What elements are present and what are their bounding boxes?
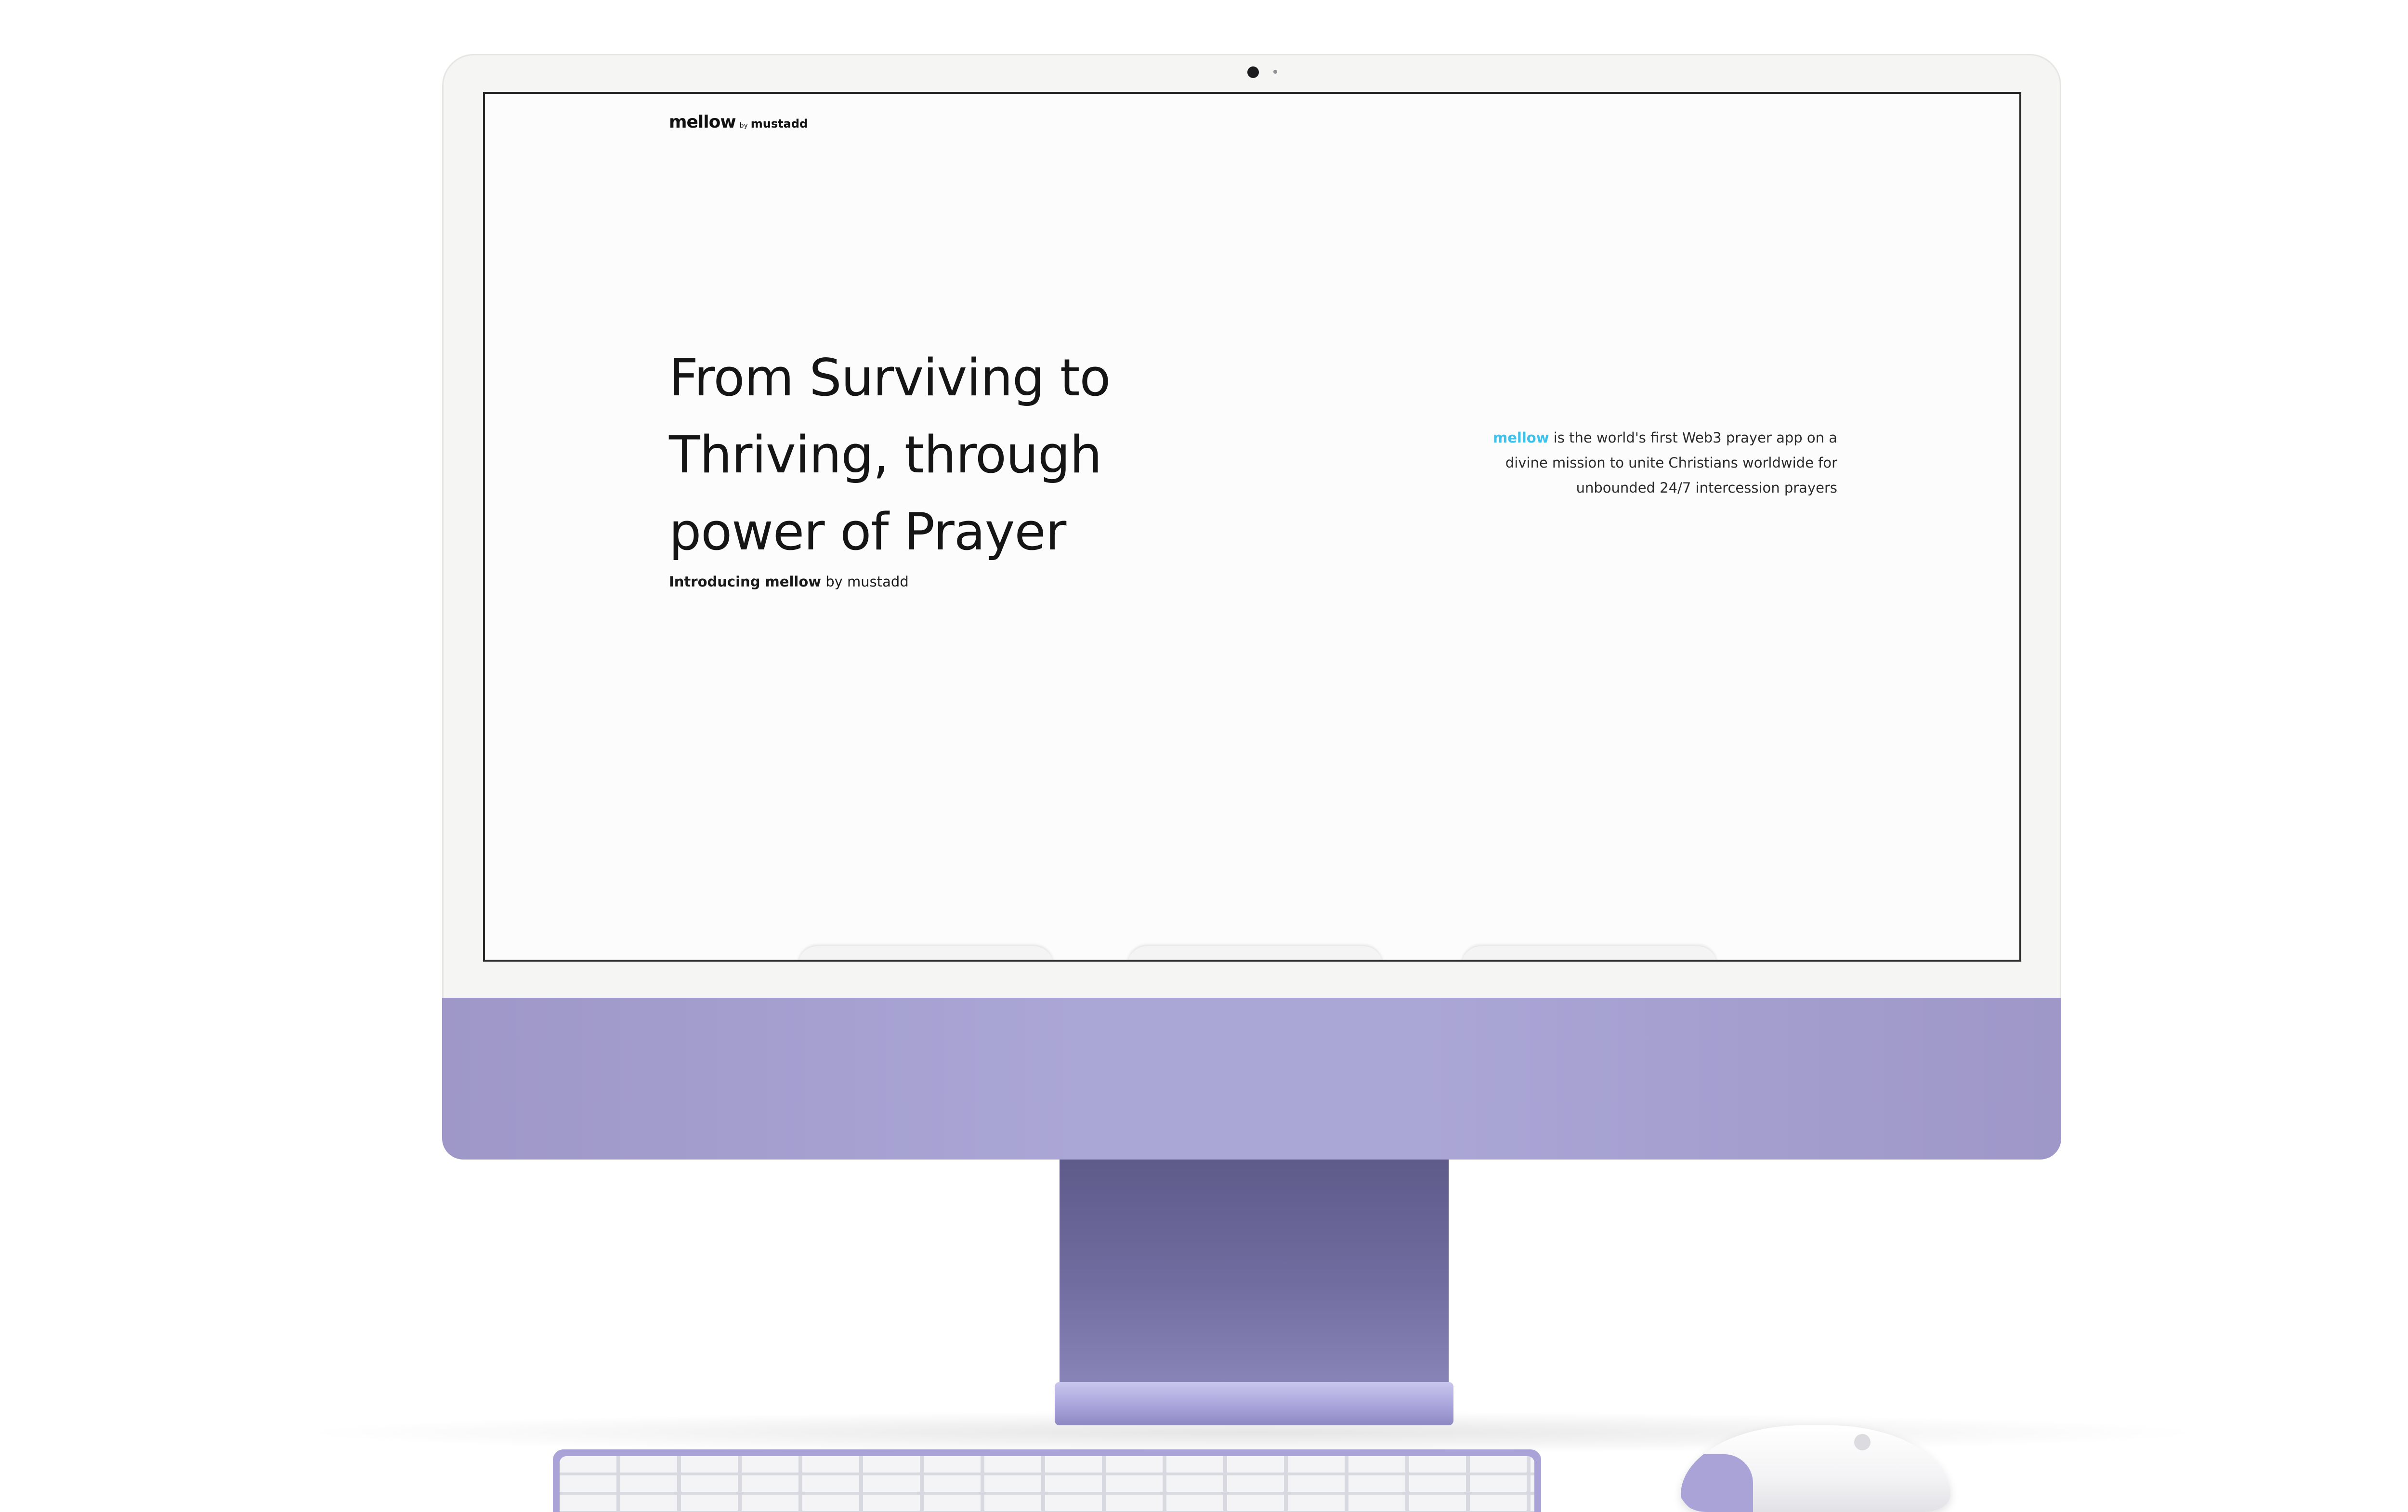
intro-tagline: Introducing mellow by mustadd xyxy=(669,574,909,590)
intro-strong-text: Introducing mellow xyxy=(669,574,822,590)
webpage-screen: mellow by mustadd From Surviving to Thri… xyxy=(483,92,2021,962)
logo-wordmark: mellow xyxy=(669,112,736,132)
mouse-base xyxy=(1681,1454,1753,1512)
hero-headline: From Surviving to Thriving, through powe… xyxy=(669,339,1247,571)
product-description: mellow is the world's first Web3 prayer … xyxy=(1423,425,1837,500)
hero-line-1: From Surviving to xyxy=(669,348,1111,407)
keyboard xyxy=(553,1449,1541,1512)
monitor-chin xyxy=(442,998,2061,1160)
logo-by-text: by xyxy=(739,122,748,130)
brand-highlight: mellow xyxy=(1493,430,1549,446)
imac-mockup-scene: mellow by mustadd From Surviving to Thri… xyxy=(0,0,2408,1512)
apple-logo-icon xyxy=(1854,1434,1871,1450)
logo-company: mustadd xyxy=(750,117,808,130)
feature-card-1[interactable] xyxy=(798,946,1053,960)
keyboard-keys xyxy=(560,1456,1534,1512)
monitor-stand xyxy=(1060,1160,1449,1387)
hero-line-2: Thriving, through xyxy=(669,425,1102,484)
camera-icon xyxy=(1247,66,1259,78)
description-line-3: unbounded 24/7 intercession prayers xyxy=(1576,480,1837,496)
site-logo[interactable]: mellow by mustadd xyxy=(669,112,808,132)
monitor-stand-foot xyxy=(1055,1382,1453,1425)
description-line-1: is the world's first Web3 prayer app on … xyxy=(1549,430,1837,446)
feature-card-3[interactable] xyxy=(1462,946,1717,960)
hero-line-3: power of Prayer xyxy=(669,502,1066,561)
camera-indicator-icon xyxy=(1273,70,1277,74)
intro-rest-text: by mustadd xyxy=(821,574,909,590)
description-line-2: divine mission to unite Christians world… xyxy=(1505,455,1837,471)
feature-card-2[interactable] xyxy=(1127,946,1383,960)
